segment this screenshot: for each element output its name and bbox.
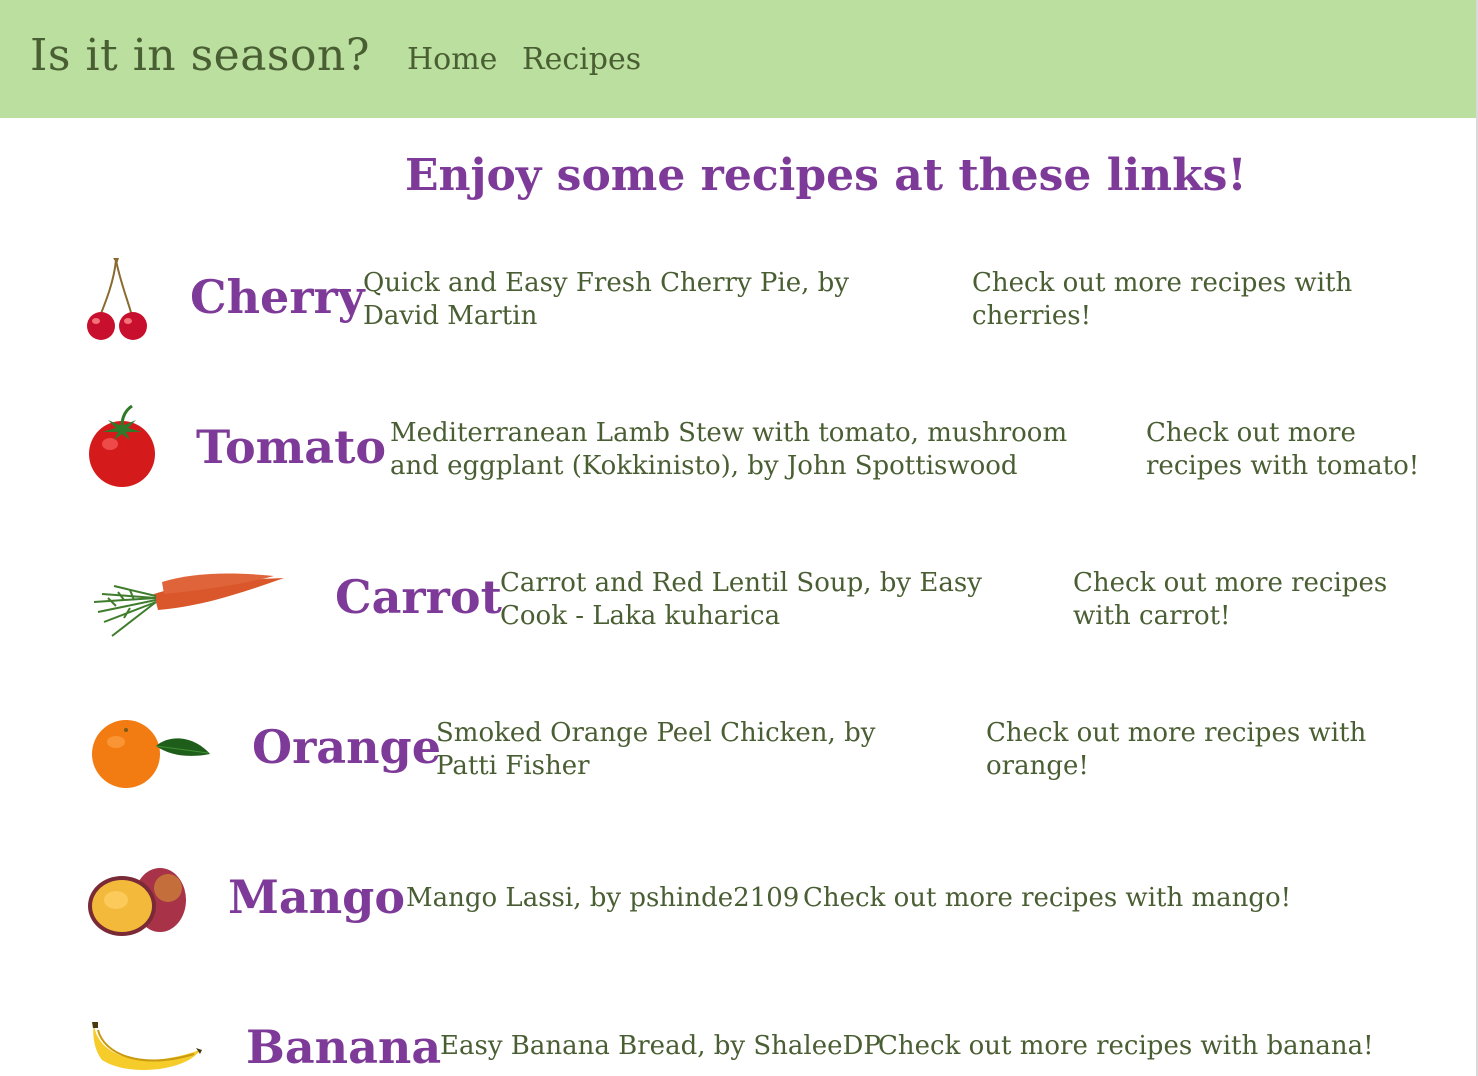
- fruit-name-cherry: Cherry: [190, 270, 365, 324]
- recipe-link-carrot[interactable]: Carrot and Red Lentil Soup, by Easy Cook…: [500, 567, 1040, 633]
- recipe-link-banana[interactable]: Easy Banana Bread, by ShaleeDP: [440, 1030, 881, 1063]
- tomato-image: [89, 404, 155, 487]
- nav-link-recipes[interactable]: Recipes: [522, 42, 641, 77]
- fruit-name-tomato: Tomato: [196, 420, 387, 474]
- navbar: Is it in season? Home Recipes: [0, 0, 1476, 118]
- more-recipes-link-orange[interactable]: Check out more recipes with orange!: [986, 717, 1386, 783]
- more-recipes-link-cherry[interactable]: Check out more recipes with cherries!: [972, 267, 1372, 333]
- mango-image: [88, 868, 186, 936]
- banana-image: [92, 1022, 202, 1071]
- cherry-image: [87, 258, 147, 340]
- page-heading: Enjoy some recipes at these links!: [405, 150, 1247, 201]
- recipe-link-orange[interactable]: Smoked Orange Peel Chicken, by Patti Fis…: [436, 717, 936, 783]
- recipe-link-tomato[interactable]: Mediterranean Lamb Stew with tomato, mus…: [390, 417, 1110, 483]
- recipe-link-cherry[interactable]: Quick and Easy Fresh Cherry Pie, by Davi…: [363, 267, 923, 333]
- more-recipes-link-banana[interactable]: Check out more recipes with banana!: [878, 1030, 1374, 1063]
- more-recipes-link-mango[interactable]: Check out more recipes with mango!: [803, 882, 1291, 915]
- fruit-name-banana: Banana: [246, 1020, 442, 1074]
- fruit-name-mango: Mango: [228, 870, 406, 924]
- carrot-image: [94, 573, 284, 637]
- recipe-link-mango[interactable]: Mango Lassi, by pshinde2109: [406, 882, 799, 915]
- fruit-name-orange: Orange: [252, 720, 441, 774]
- site-title[interactable]: Is it in season?: [30, 30, 370, 81]
- orange-image: [92, 720, 210, 788]
- more-recipes-link-carrot[interactable]: Check out more recipes with carrot!: [1073, 567, 1403, 633]
- nav-link-home[interactable]: Home: [407, 42, 497, 77]
- more-recipes-link-tomato[interactable]: Check out more recipes with tomato!: [1146, 417, 1426, 483]
- fruit-name-carrot: Carrot: [335, 570, 502, 624]
